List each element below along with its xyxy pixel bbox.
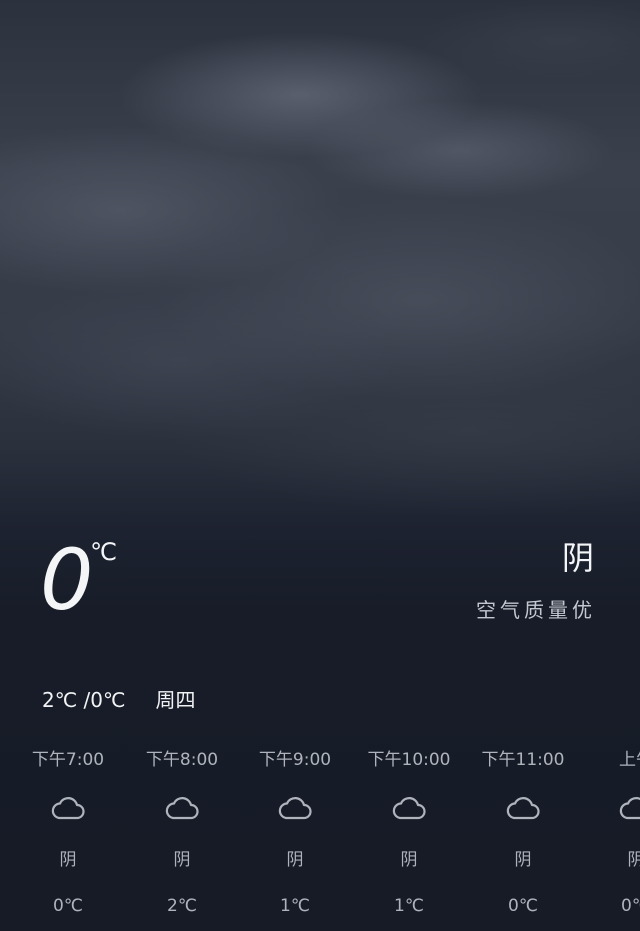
cloud-icon bbox=[165, 797, 199, 820]
cloudy-sky-background bbox=[0, 0, 640, 540]
cloud-icon bbox=[51, 797, 85, 820]
hourly-time: 下午8:00 bbox=[145, 750, 219, 770]
hourly-condition: 阴 bbox=[173, 850, 191, 870]
hourly-item: 下午9:00 阴 1℃ bbox=[235, 740, 355, 931]
hourly-time: 下午10:00 bbox=[367, 750, 451, 770]
hourly-temperature: 0℃ bbox=[508, 896, 538, 916]
hourly-temperature: 1℃ bbox=[280, 896, 310, 916]
hourly-temperature: 0℃ bbox=[621, 896, 640, 916]
current-temperature-unit: ℃ bbox=[90, 538, 117, 566]
hourly-condition: 阴 bbox=[627, 850, 640, 870]
hourly-item: 上午 阴 0℃ bbox=[576, 740, 640, 931]
cloud-icon bbox=[506, 797, 540, 820]
cloud-icon bbox=[278, 797, 312, 820]
weather-screen: 0 ℃ 阴 空气质量优 2℃ /0℃ 周四 下午7:00 阴 0℃ 下午8:00 … bbox=[0, 0, 640, 931]
hourly-item: 下午10:00 阴 1℃ bbox=[349, 740, 469, 931]
hourly-forecast[interactable]: 下午7:00 阴 0℃ 下午8:00 阴 2℃ 下午9:00 阴 1℃ 下午10… bbox=[0, 740, 640, 931]
today-summary: 2℃ /0℃ 周四 bbox=[42, 684, 195, 716]
current-condition: 阴 bbox=[561, 539, 594, 577]
hourly-item: 下午7:00 阴 0℃ bbox=[8, 740, 128, 931]
hourly-item: 下午11:00 阴 0℃ bbox=[463, 740, 583, 931]
today-temperature-range: 2℃ /0℃ bbox=[42, 688, 126, 712]
hourly-temperature: 2℃ bbox=[167, 896, 197, 916]
hourly-time: 下午9:00 bbox=[258, 750, 332, 770]
current-temperature-value: 0 bbox=[40, 531, 94, 629]
hourly-item: 下午8:00 阴 2℃ bbox=[122, 740, 242, 931]
hourly-time: 上午 bbox=[619, 750, 640, 770]
hourly-condition: 阴 bbox=[514, 850, 532, 870]
hourly-time: 下午7:00 bbox=[31, 750, 105, 770]
cloud-icon bbox=[619, 797, 640, 820]
hourly-temperature: 0℃ bbox=[53, 896, 83, 916]
today-weekday: 周四 bbox=[155, 688, 196, 712]
hourly-condition: 阴 bbox=[400, 850, 418, 870]
cloud-icon bbox=[392, 797, 426, 820]
hourly-time: 下午11:00 bbox=[481, 750, 565, 770]
hourly-temperature: 1℃ bbox=[394, 896, 424, 916]
hourly-condition: 阴 bbox=[59, 850, 77, 870]
hourly-condition: 阴 bbox=[286, 850, 304, 870]
air-quality-label[interactable]: 空气质量优 bbox=[476, 594, 596, 623]
